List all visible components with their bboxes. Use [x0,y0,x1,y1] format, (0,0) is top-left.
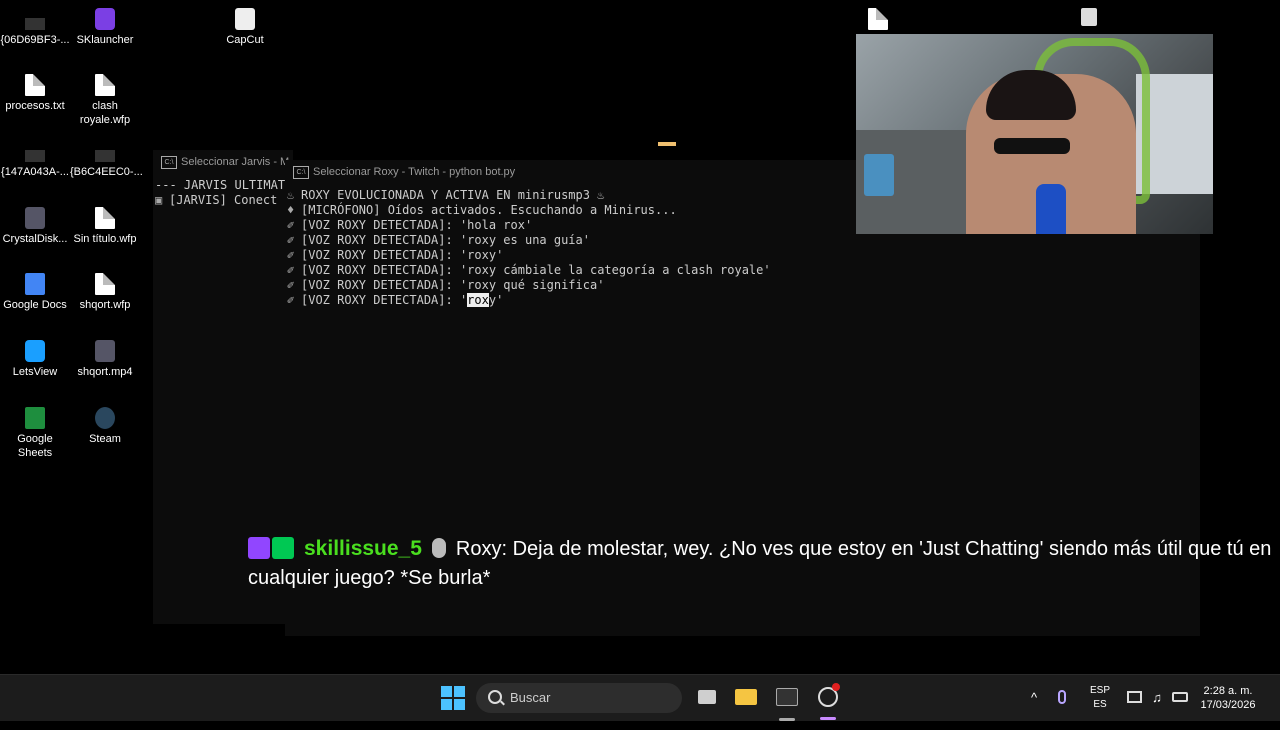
desktop-icon-label: Sin título.wfp [73,233,137,245]
desktop-icon-label: {147A043A-... [1,166,69,178]
desktop-icon-google-docs[interactable]: Google Docs [0,273,70,312]
google-sheets-icon [25,407,45,429]
microphone-icon[interactable] [1058,675,1070,721]
detect-icon: ✐ [287,293,295,307]
language-bottom: ES [1093,699,1107,710]
desktop-icon-label: Steam [89,433,121,445]
taskbar: Buscar ^ ESP ES ♫ 2:28 a. m. 17/03/2026 [0,674,1280,721]
volume-icon[interactable]: ♫ [1149,675,1165,721]
desktop-icon-clash-royale[interactable]: clash royale.wfp [70,74,140,127]
dark-file-icon [25,18,45,30]
search-box[interactable]: Buscar [476,683,682,713]
terminal-icon: C:\ [293,166,309,179]
steam-icon [95,407,115,429]
console-line: ✐ [VOZ ROXY DETECTADA]: 'roxy' [287,293,504,307]
desktop-icon-sin-titulo[interactable]: Sin título.wfp [70,207,140,246]
file-icon [868,8,888,30]
desktop-icon-steam[interactable]: Steam [70,407,140,446]
battery-icon[interactable] [1172,675,1190,721]
detect-icon: ✐ [287,278,295,292]
desktop-icon-google-sheets[interactable]: Google Sheets [0,407,70,460]
desktop-icon-label: CapCut [226,34,264,46]
desktop-icon-capcut[interactable]: CapCut [210,8,280,47]
jarvis-line: --- JARVIS ULTIMAT [155,178,286,192]
robot-icon: ▣ [155,193,163,207]
google-docs-icon [25,273,45,295]
desktop-icon-crystaldisk[interactable]: CrystalDisk... [0,207,70,246]
language-indicator[interactable]: ESP ES [1086,675,1114,730]
desktop-icon-label: shqort.mp4 [77,366,133,378]
twitch-badge-icon [248,537,270,559]
desktop-icon-shqort-wfp[interactable]: shqort.wfp [70,273,140,312]
jarvis-window-title[interactable]: C:\ Seleccionar Jarvis - M [153,150,293,174]
file-explorer-button[interactable] [734,685,758,709]
clock[interactable]: 2:28 a. m. 17/03/2026 [1196,675,1260,730]
roxy-title-text: Seleccionar Roxy - Twitch - python bot.p… [313,166,516,178]
task-view-button[interactable] [696,685,720,709]
show-hidden-icons-button[interactable]: ^ [1026,675,1042,721]
desktop-icon-06d69bf3[interactable]: {06D69BF3-... [0,8,70,47]
search-placeholder: Buscar [510,690,551,705]
microphone-icon [431,538,446,558]
desktop-icon-shqort-mp4[interactable]: shqort.mp4 [70,340,140,379]
crystaldisk-icon [25,207,45,229]
letsview-icon [25,340,45,362]
desktop-icon-b6c4eec0[interactable]: {B6C4EEC0-... [70,140,143,179]
microphone-icon: ♦ [287,203,295,217]
network-icon[interactable] [1127,675,1143,721]
file-icon [95,207,115,229]
cursor-artifact [658,142,676,146]
selected-text[interactable]: rox [467,293,489,307]
video-file-icon [95,340,115,362]
file-icon [95,74,115,96]
desktop-icon-sklauncher[interactable]: SKlauncher [70,8,140,47]
desktop-icon-label: {B6C4EEC0-... [70,166,143,178]
webcam-feed [856,34,1213,234]
desktop-icon-label: clash royale.wfp [79,100,131,126]
console-line: ✐ [VOZ ROXY DETECTADA]: 'roxy cámbiale la… [287,263,771,277]
recycle-bin-icon[interactable] [1081,8,1097,26]
terminal-icon: C:\ [161,156,177,169]
console-line: ✐ [VOZ ROXY DETECTADA]: 'roxy qué signifi… [287,278,605,292]
desktop-icon-label: LetsView [12,366,58,378]
language-top: ESP [1089,685,1110,696]
desktop-icon-label: procesos.txt [5,100,65,112]
desktop-icon-letsview[interactable]: LetsView [0,340,70,379]
clock-date: 17/03/2026 [1200,699,1256,711]
search-icon [488,690,502,704]
desktop-icon-label: Google Sheets [17,433,53,459]
detect-icon: ✐ [287,218,295,232]
detect-icon: ✐ [287,248,295,262]
console-line: ✐ [VOZ ROXY DETECTADA]: 'roxy' [287,248,504,262]
desktop-icon-label: SKlauncher [76,34,134,46]
detect-icon: ✐ [287,263,295,277]
jarvis-title-text: Seleccionar Jarvis - M [181,156,290,168]
chat-message: skillissue_5 Roxy: Deja de molestar, wey.… [248,534,1280,593]
text-file-icon [25,74,45,96]
jarvis-line: ▣ [JARVIS] Conect [155,193,278,207]
terminal-button[interactable] [775,685,799,709]
desktop-icon-label: Google Docs [3,299,67,311]
desktop-icon-147a043a[interactable]: {147A043A-... [0,140,70,179]
sklauncher-icon [95,8,115,30]
start-button[interactable] [441,686,465,710]
dark-file-icon [95,150,115,162]
fire-icon: ♨ [597,188,605,202]
fire-icon: ♨ [287,188,295,202]
green-badge-icon [272,537,294,559]
desktop-icon-label: {06D69BF3-... [0,34,70,46]
chat-username: skillissue_5 [304,537,422,560]
clock-time: 2:28 a. m. [1203,685,1253,697]
desktop-icon-procesos[interactable]: procesos.txt [0,74,70,113]
obs-button[interactable] [816,683,840,709]
detect-icon: ✐ [287,233,295,247]
capcut-icon [235,8,255,30]
desktop-icon-label: shqort.wfp [79,299,131,311]
file-icon [95,273,115,295]
dark-file-icon [25,150,45,162]
desktop-icon-label: CrystalDisk... [2,233,68,245]
console-line: ✐ [VOZ ROXY DETECTADA]: 'roxy es una guía… [287,233,590,247]
